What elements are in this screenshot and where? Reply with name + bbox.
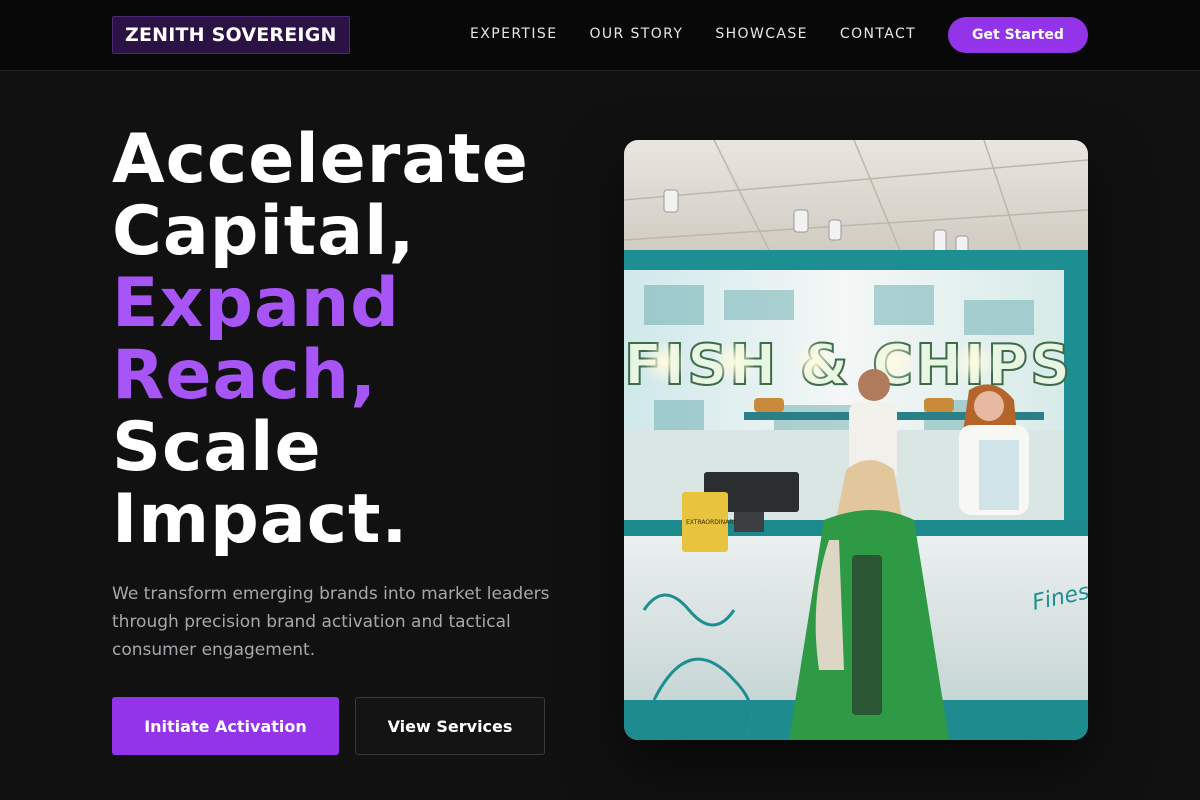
hero-heading-accent-line: Reach, (112, 336, 377, 415)
brand-logo[interactable]: ZENITH SOVEREIGN (112, 16, 350, 54)
nav-link-showcase[interactable]: SHOWCASE (715, 26, 808, 42)
initiate-activation-button[interactable]: Initiate Activation (112, 697, 339, 755)
display-card-text: EXTRAORDINARY (686, 519, 737, 526)
get-started-button[interactable]: Get Started (948, 17, 1088, 53)
hero-photo-fish-and-chips-counter: FISH & CHIPS Finest EXTRAORDINARY (624, 140, 1088, 740)
nav-links: EXPERTISE OUR STORY SHOWCASE CONTACT (470, 0, 916, 68)
hero-heading-accent-line: Expand (112, 264, 400, 343)
nav-link-contact[interactable]: CONTACT (840, 26, 916, 42)
hero-heading-line: Impact. (112, 480, 409, 559)
hero-heading-line: Capital, (112, 192, 416, 271)
hero-heading-line: Scale (112, 408, 322, 487)
nav-link-our-story[interactable]: OUR STORY (589, 26, 683, 42)
top-navigation-bar: ZENITH SOVEREIGN EXPERTISE OUR STORY SHO… (0, 0, 1200, 71)
fish-and-chips-sign: FISH & CHIPS (624, 333, 1072, 398)
view-services-button[interactable]: View Services (355, 697, 545, 755)
hero-heading: Accelerate Capital, Expand Reach, Scale … (112, 124, 592, 556)
hero-heading-line: Accelerate (112, 120, 529, 199)
nav-link-expertise[interactable]: EXPERTISE (470, 26, 557, 42)
hero-description: We transform emerging brands into market… (112, 584, 550, 660)
